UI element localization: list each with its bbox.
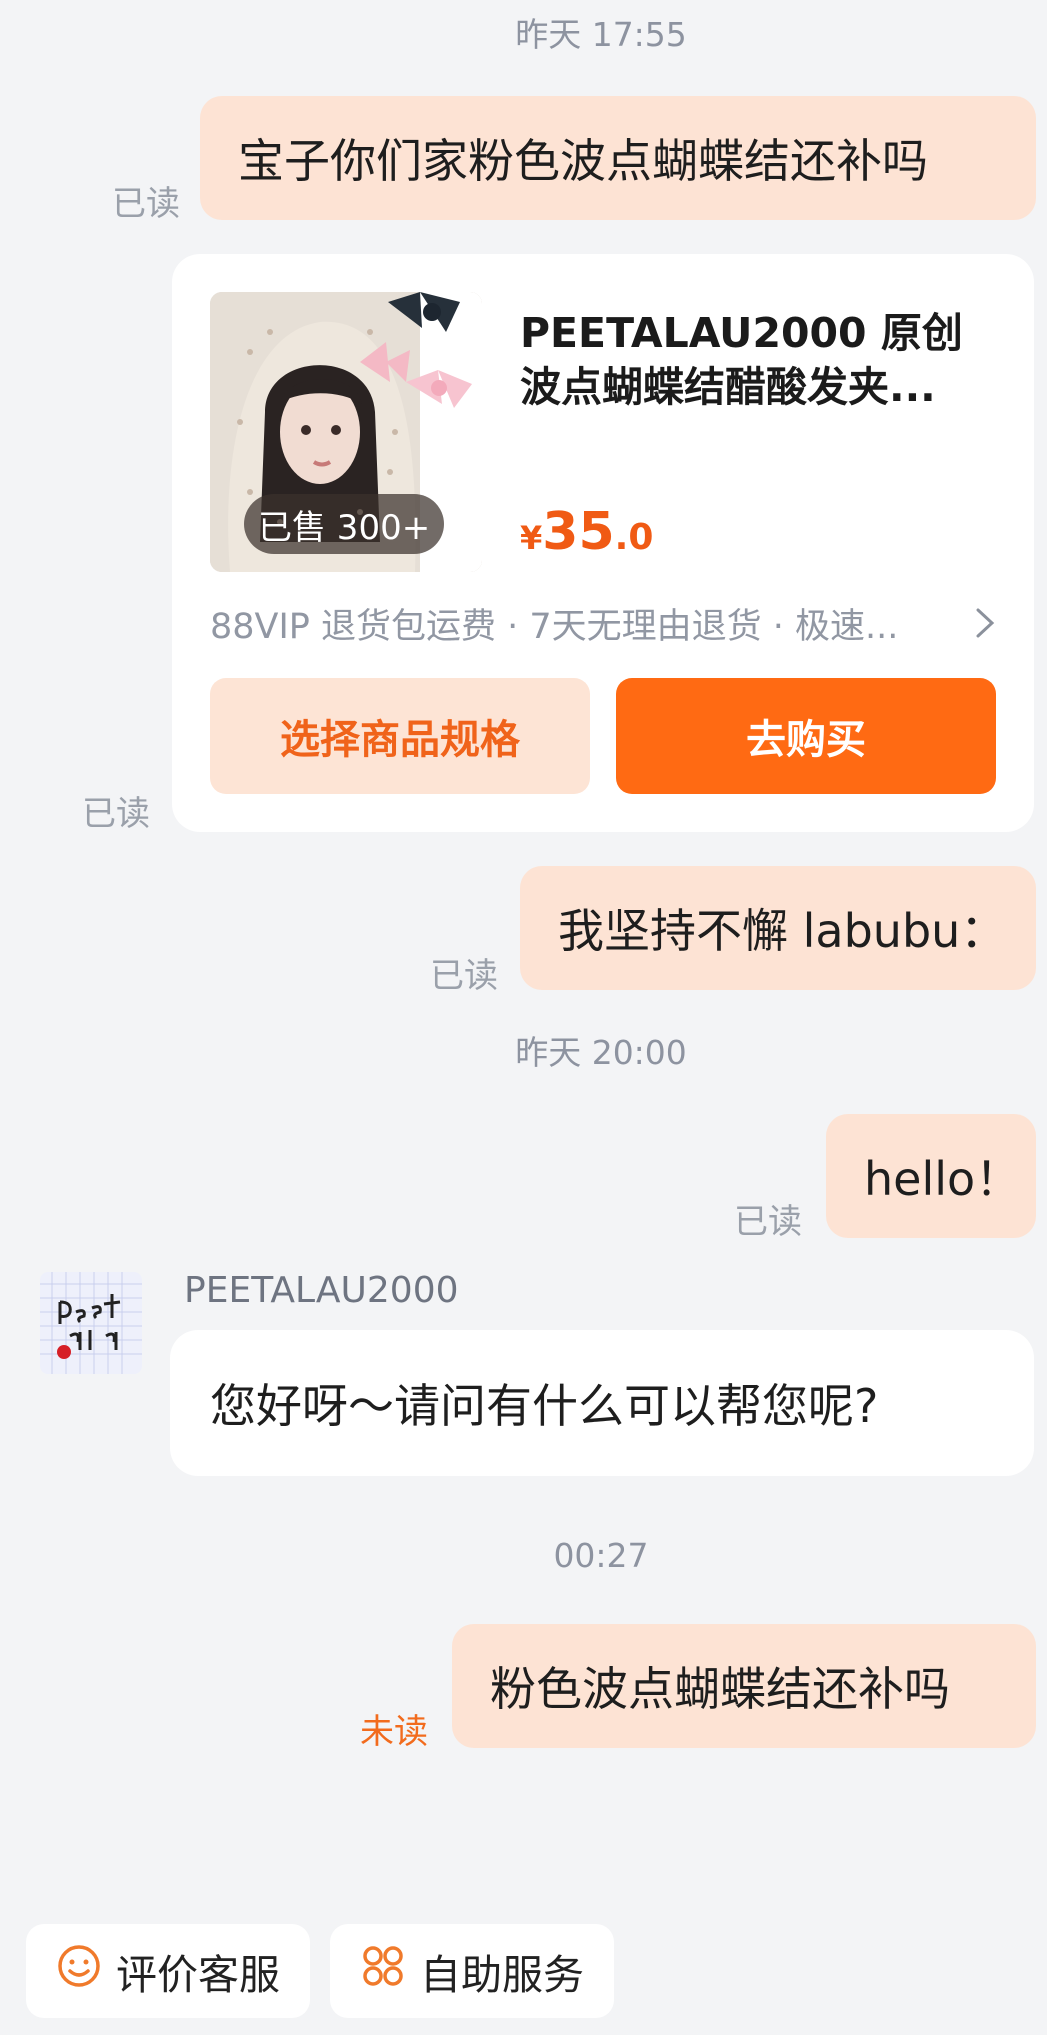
- sent-message-bubble[interactable]: 粉色波点蝴蝶结还补吗: [452, 1624, 1036, 1748]
- buy-button[interactable]: 去购买: [616, 678, 996, 794]
- read-status: 已读: [82, 794, 150, 834]
- sent-message-bubble[interactable]: hello！: [826, 1114, 1036, 1238]
- message-text: 宝子你们家粉色波点蝴蝶结还补吗: [238, 134, 928, 188]
- product-price: ¥35.0: [520, 502, 653, 562]
- price-currency: ¥: [520, 519, 543, 557]
- message-text: 粉色波点蝴蝶结还补吗: [490, 1662, 950, 1716]
- product-image[interactable]: 已售 300+: [210, 292, 482, 572]
- timestamp: 昨天 17:55: [515, 15, 687, 54]
- message-text: hello！: [864, 1152, 1022, 1206]
- timestamp: 00:27: [553, 1536, 649, 1575]
- read-status: 已读: [734, 1202, 802, 1242]
- unread-status: 未读: [360, 1712, 428, 1752]
- grid-icon: [360, 1943, 406, 1999]
- message-text: 您好呀～请问有什么可以帮您呢?: [210, 1379, 879, 1433]
- read-status: 已读: [112, 184, 180, 224]
- price-integer: 35: [542, 502, 615, 562]
- timestamp: 昨天 20:00: [515, 1033, 687, 1072]
- received-message-bubble[interactable]: 您好呀～请问有什么可以帮您呢?: [170, 1330, 1034, 1476]
- select-spec-button[interactable]: 选择商品规格: [210, 678, 590, 794]
- sent-message-bubble[interactable]: 我坚持不懈 labubu：: [520, 866, 1036, 990]
- seller-avatar[interactable]: [40, 1272, 142, 1374]
- chevron-right-icon[interactable]: [972, 606, 998, 644]
- product-title[interactable]: PEETALAU2000 原创波点蝴蝶结醋酸发夹...: [520, 306, 990, 414]
- self-service-label: 自助服务: [420, 1951, 584, 1999]
- self-service-button[interactable]: 自助服务: [330, 1924, 614, 2018]
- rate-service-label: 评价客服: [116, 1951, 280, 1999]
- seller-name: PEETALAU2000: [184, 1270, 459, 1311]
- product-card[interactable]: 已售 300+ PEETALAU2000 原创波点蝴蝶结醋酸发夹... ¥35.…: [172, 254, 1034, 832]
- read-status: 已读: [430, 956, 498, 996]
- service-tags[interactable]: 88VIP 退货包运费 · 7天无理由退货 · 极速...: [210, 598, 898, 649]
- price-decimal: .0: [614, 517, 654, 558]
- smile-icon: [56, 1943, 102, 1999]
- message-text: 我坚持不懈 labubu：: [558, 904, 1007, 958]
- sent-message-bubble[interactable]: 宝子你们家粉色波点蝴蝶结还补吗: [200, 96, 1036, 220]
- rate-service-button[interactable]: 评价客服: [26, 1924, 310, 2018]
- sold-count-badge: 已售 300+: [244, 494, 445, 554]
